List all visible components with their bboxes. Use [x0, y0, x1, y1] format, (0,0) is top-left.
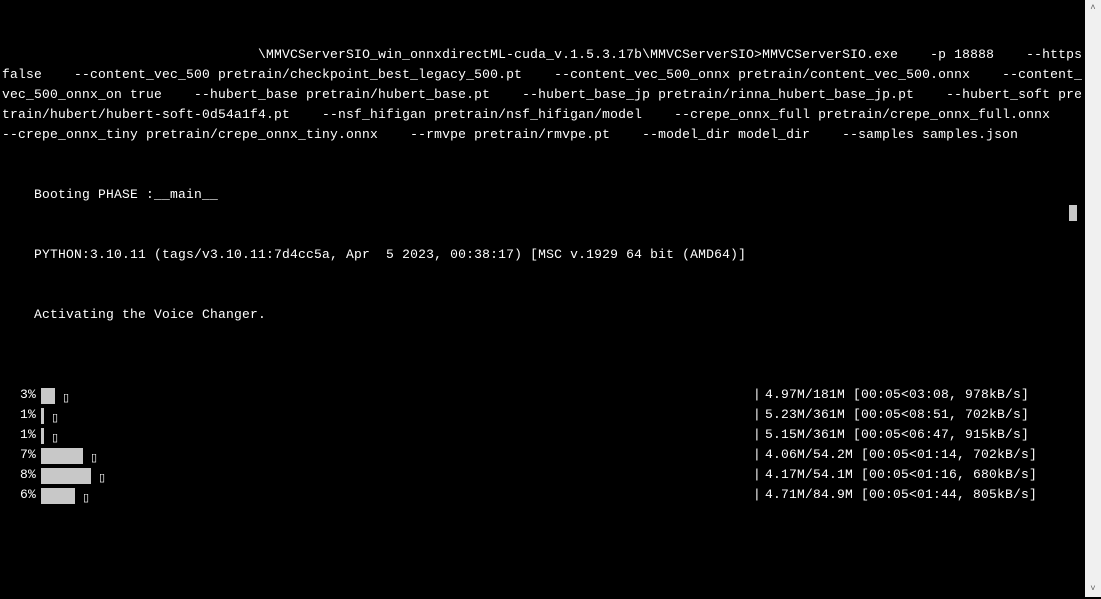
progress-bar: ▯ — [36, 406, 753, 424]
progress-percent: 1% — [2, 425, 36, 445]
activating-line: Activating the Voice Changer. — [2, 305, 1083, 325]
progress-percent: 6% — [2, 485, 36, 505]
text-cursor — [1069, 205, 1077, 221]
progress-bar: ▯ — [36, 446, 753, 464]
progress-bar: ▯ — [36, 386, 753, 404]
progress-row: 1%▯| 5.15M/361M [00:05<06:47, 915kB/s] — [2, 425, 1083, 445]
progress-percent: 7% — [2, 445, 36, 465]
progress-tick-icon: ▯ — [83, 489, 89, 509]
separator: | — [753, 385, 765, 405]
progress-stats: 4.06M/54.2M [00:05<01:14, 702kB/s] — [765, 445, 1037, 465]
blank-line — [2, 545, 1083, 565]
progress-bar: ▯ — [36, 426, 753, 444]
progress-stats: 5.23M/361M [00:05<08:51, 702kB/s] — [765, 405, 1029, 425]
progress-percent: 1% — [2, 405, 36, 425]
progress-bar-fill — [41, 488, 75, 504]
progress-bar-fill — [41, 428, 44, 444]
scroll-up-arrow[interactable]: ˄ — [1085, 0, 1101, 16]
progress-row: 3%▯| 4.97M/181M [00:05<03:08, 978kB/s] — [2, 385, 1083, 405]
separator: | — [753, 485, 765, 505]
progress-bar: ▯ — [36, 466, 753, 484]
progress-bar-fill — [41, 468, 91, 484]
scroll-down-arrow[interactable]: ˅ — [1085, 581, 1101, 597]
progress-bar: ▯ — [36, 486, 753, 504]
progress-stats: 4.71M/84.9M [00:05<01:44, 805kB/s] — [765, 485, 1037, 505]
python-version-line: PYTHON:3.10.11 (tags/v3.10.11:7d4cc5a, A… — [2, 245, 1083, 265]
progress-bar-fill — [41, 448, 83, 464]
vertical-scrollbar[interactable]: ˄ ˅ — [1085, 0, 1101, 597]
separator: | — [753, 405, 765, 425]
progress-bar-fill — [41, 388, 55, 404]
separator: | — [753, 445, 765, 465]
separator: | — [753, 425, 765, 445]
progress-percent: 3% — [2, 385, 36, 405]
command-line: \MMVCServerSIO_win_onnxdirectML-cuda_v.1… — [2, 45, 1083, 145]
progress-row: 1%▯| 5.23M/361M [00:05<08:51, 702kB/s] — [2, 405, 1083, 425]
progress-row: 8%▯| 4.17M/54.1M [00:05<01:16, 680kB/s] — [2, 465, 1083, 485]
separator: | — [753, 465, 765, 485]
progress-stats: 4.97M/181M [00:05<03:08, 978kB/s] — [765, 385, 1029, 405]
progress-bar-fill — [41, 408, 44, 424]
progress-percent: 8% — [2, 465, 36, 485]
progress-row: 6%▯| 4.71M/84.9M [00:05<01:44, 805kB/s] — [2, 485, 1083, 505]
progress-group-1: 3%▯| 4.97M/181M [00:05<03:08, 978kB/s]1%… — [2, 385, 1083, 505]
terminal-output: \MMVCServerSIO_win_onnxdirectML-cuda_v.1… — [0, 0, 1085, 597]
progress-row: 7%▯| 4.06M/54.2M [00:05<01:14, 702kB/s] — [2, 445, 1083, 465]
progress-stats: 4.17M/54.1M [00:05<01:16, 680kB/s] — [765, 465, 1037, 485]
boot-phase-line: Booting PHASE :__main__ — [2, 185, 1083, 205]
scroll-track[interactable] — [1085, 16, 1101, 581]
progress-stats: 5.15M/361M [00:05<06:47, 915kB/s] — [765, 425, 1029, 445]
